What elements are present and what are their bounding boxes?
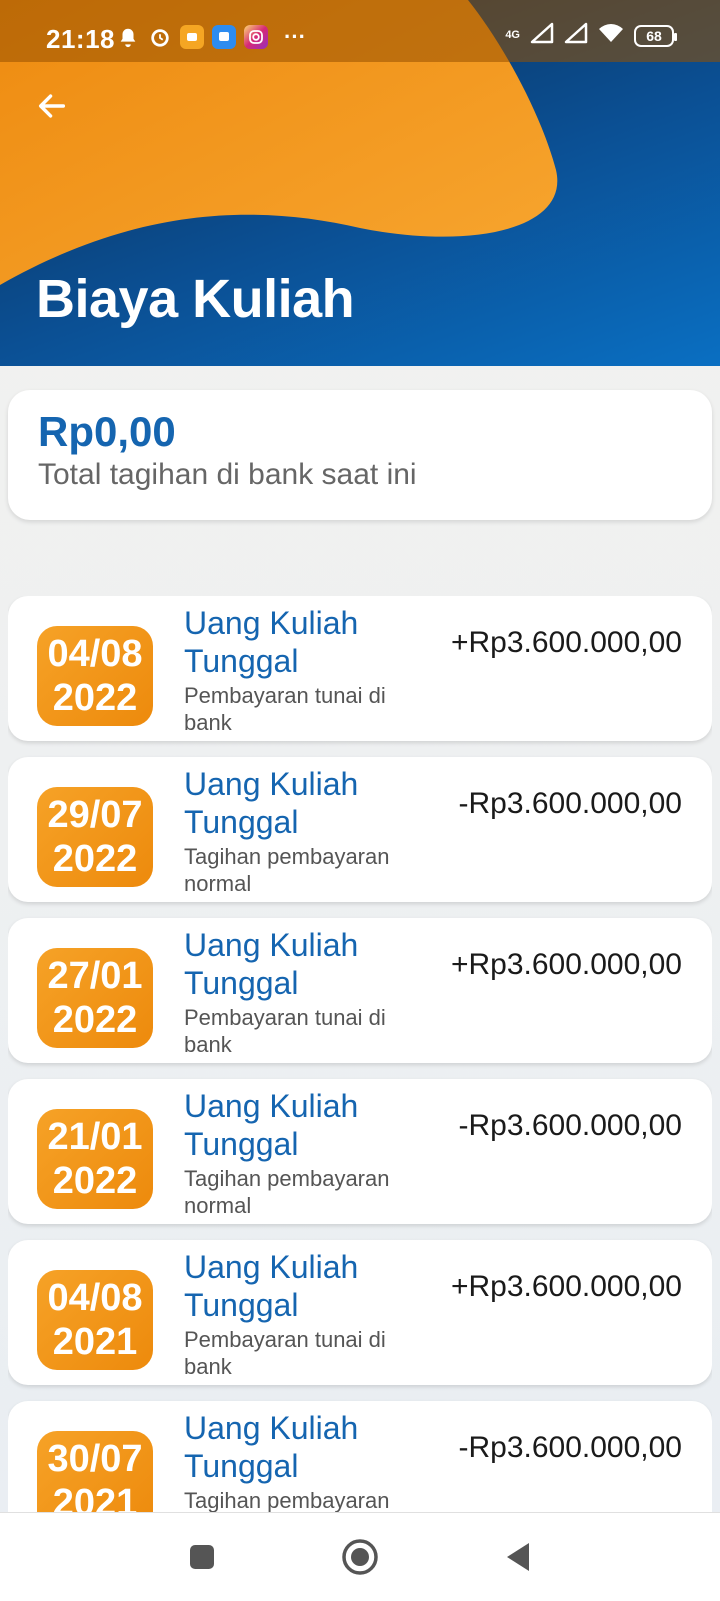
- date-day-month: 27/01: [47, 955, 143, 997]
- system-icons: 4G 68: [505, 22, 677, 49]
- instagram-icon: [244, 25, 268, 49]
- transaction-row[interactable]: 29/07 2022 Uang Kuliah Tunggal Tagihan p…: [8, 757, 712, 902]
- system-navigation-bar: [0, 1512, 720, 1601]
- transaction-row[interactable]: 04/08 2021 Uang Kuliah Tunggal Pembayara…: [8, 1240, 712, 1385]
- date-year: 2021: [52, 1482, 138, 1512]
- network-type-label: 4G: [505, 29, 520, 41]
- status-bar: 21:18 ··· 4G 68: [0, 0, 720, 62]
- recents-button[interactable]: [180, 1535, 224, 1579]
- balance-summary-card: Rp0,00 Total tagihan di bank saat ini: [8, 390, 712, 520]
- more-notifications-icon: ···: [284, 24, 306, 49]
- wifi-icon: [598, 22, 624, 49]
- transaction-title: Uang Kuliah Tunggal: [184, 605, 359, 679]
- triangle-back-icon: [507, 1543, 529, 1571]
- date-badge: 04/08 2022: [37, 626, 153, 726]
- transaction-title: Uang Kuliah Tunggal: [184, 927, 359, 1001]
- battery-icon: 68: [634, 24, 677, 47]
- transaction-row[interactable]: 04/08 2022 Uang Kuliah Tunggal Pembayara…: [8, 596, 712, 741]
- page-title: Biaya Kuliah: [36, 269, 355, 329]
- home-button[interactable]: [338, 1535, 382, 1579]
- transaction-row[interactable]: 27/01 2022 Uang Kuliah Tunggal Pembayara…: [8, 918, 712, 1063]
- transaction-amount: -Rp3.600.000,00: [458, 1431, 682, 1464]
- date-badge: 21/01 2022: [37, 1109, 153, 1209]
- notification-icons: ···: [116, 24, 306, 50]
- transaction-row[interactable]: 21/01 2022 Uang Kuliah Tunggal Tagihan p…: [8, 1079, 712, 1224]
- date-year: 2022: [52, 838, 138, 880]
- date-badge: 29/07 2022: [37, 787, 153, 887]
- date-year: 2021: [52, 1321, 138, 1363]
- total-balance-amount: Rp0,00: [38, 408, 176, 455]
- bell-icon: [116, 25, 140, 49]
- date-badge: 27/01 2022: [37, 948, 153, 1048]
- transaction-amount: +Rp3.600.000,00: [450, 626, 682, 659]
- transaction-subtitle: Tagihan pembayaran normal: [184, 1166, 390, 1218]
- transaction-amount: -Rp3.600.000,00: [458, 1109, 682, 1142]
- transaction-subtitle: Pembayaran tunai di bank: [184, 683, 386, 735]
- transaction-title: Uang Kuliah Tunggal: [184, 766, 359, 840]
- transaction-title: Uang Kuliah Tunggal: [184, 1249, 359, 1323]
- status-time: 21:18: [46, 24, 115, 54]
- circle-icon: [342, 1539, 378, 1575]
- signal-icon-secondary: [564, 22, 588, 49]
- nav-back-button[interactable]: [496, 1535, 540, 1579]
- transaction-amount: +Rp3.600.000,00: [450, 948, 682, 981]
- date-day-month: 30/07: [47, 1438, 143, 1480]
- transaction-subtitle: Tagihan pembayaran normal: [184, 1488, 390, 1512]
- message-app-icon: [212, 25, 236, 49]
- header-banner: 21:18 ··· 4G 68 Biaya Kuliah: [0, 0, 720, 366]
- date-year: 2022: [52, 1160, 138, 1202]
- total-balance-label: Total tagihan di bank saat ini: [38, 458, 417, 491]
- signal-icon: [530, 22, 554, 49]
- app-notification-icon: [180, 25, 204, 49]
- transaction-subtitle: Pembayaran tunai di bank: [184, 1327, 386, 1379]
- date-day-month: 29/07: [47, 794, 143, 836]
- alarm-clock-icon: [148, 25, 172, 49]
- transaction-title: Uang Kuliah Tunggal: [184, 1410, 359, 1484]
- back-button[interactable]: [30, 84, 74, 128]
- date-badge: 30/07 2021: [37, 1431, 153, 1512]
- square-icon: [190, 1545, 214, 1569]
- transaction-amount: +Rp3.600.000,00: [450, 1270, 682, 1303]
- arrow-left-icon: [38, 94, 66, 118]
- transaction-title: Uang Kuliah Tunggal: [184, 1088, 359, 1162]
- date-badge: 04/08 2021: [37, 1270, 153, 1370]
- transaction-row[interactable]: 30/07 2021 Uang Kuliah Tunggal Tagihan p…: [8, 1401, 712, 1512]
- date-day-month: 21/01: [47, 1116, 143, 1158]
- transaction-list[interactable]: 04/08 2022 Uang Kuliah Tunggal Pembayara…: [8, 596, 712, 1512]
- date-year: 2022: [52, 677, 138, 719]
- transaction-subtitle: Tagihan pembayaran normal: [184, 844, 390, 896]
- transaction-amount: -Rp3.600.000,00: [458, 787, 682, 820]
- transaction-subtitle: Pembayaran tunai di bank: [184, 1005, 386, 1057]
- date-day-month: 04/08: [47, 1277, 143, 1319]
- date-day-month: 04/08: [47, 633, 143, 675]
- date-year: 2022: [52, 999, 138, 1041]
